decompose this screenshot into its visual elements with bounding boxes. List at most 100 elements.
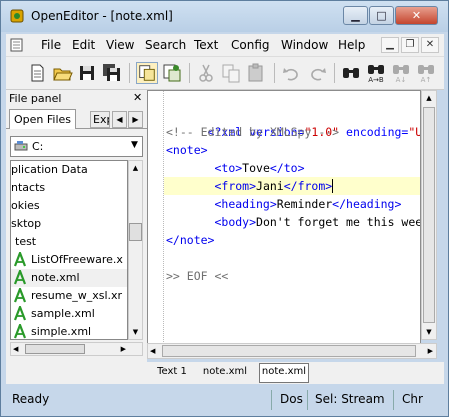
file-item-label: note.xml [31,271,80,284]
file-item[interactable]: ListOfFreeware.x [11,251,127,269]
code-comment: <!-- Edited by XMLSpy --> [166,125,340,139]
folder-item[interactable]: test [11,233,127,251]
open-folder-icon[interactable] [51,62,73,84]
file-item[interactable]: sample.xml [11,305,127,323]
xml-file-icon [13,306,27,321]
code-editor[interactable]: <?xml version="1.0" encoding="UTF-8"?> <… [147,90,421,359]
tab-scroll-left-button[interactable]: ◀ [112,111,127,128]
editor-gutter [148,91,164,358]
arrow-up-icon[interactable]: ▲ [422,91,436,105]
xml-text: Reminder [276,197,333,211]
scrollbar-thumb[interactable] [129,223,142,241]
svg-text:A↓: A↓ [396,76,407,84]
drive-select[interactable]: C: ▼ [10,136,143,157]
tab-explorer[interactable]: Exp [90,111,110,128]
find-icon[interactable] [340,62,362,84]
maximize-button[interactable]: □ [369,6,394,25]
code-line: <?xml version="1.0" encoding="UTF-8"?> [166,105,420,139]
tab-open-files[interactable]: Open Files [9,109,77,129]
undo-icon[interactable] [281,62,303,84]
scrollbar-thumb[interactable] [162,345,416,357]
code-line: <to>Tove</to> [166,159,420,177]
main-window: OpenEditor - [note.xml] ▁ □ ✕ File Edit … [0,0,449,417]
menu-text[interactable]: Text [194,38,218,52]
menu-edit[interactable]: Edit [72,38,95,52]
tab-note-xml[interactable]: note.xml [199,364,251,382]
file-item-label: sktop [11,217,42,230]
app-icon [10,9,24,23]
menu-file[interactable]: File [41,38,61,52]
window-title: OpenEditor - [note.xml] [31,9,173,23]
mdi-restore-button[interactable]: ❐ [401,37,419,53]
folder-item[interactable]: sktop [11,215,127,233]
save-icon[interactable] [76,62,98,84]
find-replace-icon[interactable]: A→B [365,62,387,84]
xml-tag: <to> [214,161,243,175]
arrow-right-icon[interactable]: ▶ [121,343,126,355]
scrollbar-thumb[interactable] [25,344,85,354]
text-cursor [332,179,341,193]
arrow-left-icon[interactable]: ◀ [150,344,155,358]
arrow-right-icon[interactable]: ▶ [428,344,433,358]
folder-item[interactable]: plication Data [11,161,127,179]
find-previous-icon[interactable]: A↑ [415,62,437,84]
output-panel-icon[interactable] [161,62,183,84]
file-item[interactable]: resume_w_xsl.xr [11,287,127,305]
file-item-label: sample.xml [31,307,95,320]
xml-file-icon [13,252,27,267]
copy-icon[interactable] [220,62,242,84]
folder-item[interactable]: okies [11,197,127,215]
editor-hscrollbar[interactable]: ◀ ▶ [147,343,437,359]
arrow-left-icon[interactable]: ◀ [13,343,18,355]
status-text: Ready [12,392,50,406]
xml-tag: <from> [214,179,257,193]
toolbar-separator [129,63,130,83]
tab-text-1[interactable]: Text 1 [149,364,195,382]
arrow-down-icon[interactable]: ▼ [129,325,142,339]
xml-tag: </to> [269,161,305,175]
menu-help[interactable]: Help [338,38,365,52]
close-button[interactable]: ✕ [395,6,438,25]
file-list-scrollbar[interactable]: ▲ ▼ [128,160,143,340]
menu-search[interactable]: Search [145,38,186,52]
toolbar-separator [334,63,335,83]
title-bar[interactable]: OpenEditor - [note.xml] ▁ □ ✕ [1,1,448,32]
mdi-minimize-button[interactable]: ▁ [381,37,399,53]
status-bar: Ready Dos Sel: Stream Chr [1,386,448,414]
mdi-close-button[interactable]: ✕ [421,37,439,53]
panel-toggle-icon[interactable] [136,62,158,84]
close-icon[interactable]: ✕ [133,91,142,104]
file-list: plication Data ntacts okies sktop test ListOf… [10,160,128,340]
redo-icon[interactable] [306,62,328,84]
file-item[interactable]: note.xml [11,269,127,287]
document-icon[interactable] [10,38,23,52]
find-next-icon[interactable]: A↓ [390,62,412,84]
cut-icon[interactable] [195,62,217,84]
xml-file-icon [13,288,27,303]
folder-item[interactable]: ntacts [11,179,127,197]
maximize-icon: □ [376,9,387,22]
minimize-button[interactable]: ▁ [343,6,368,25]
tab-scroll-right-button[interactable]: ▶ [128,111,143,128]
file-list-hscrollbar[interactable]: ◀ ▶ [10,342,143,356]
menu-window[interactable]: Window [281,38,328,52]
status-selection-mode: Sel: Stream [315,392,385,406]
file-item[interactable]: simple.xml [11,323,127,339]
paste-icon[interactable] [245,62,267,84]
new-file-icon[interactable] [26,62,48,84]
save-all-icon[interactable] [101,62,123,84]
menu-view[interactable]: View [106,38,134,52]
xml-text: Tove [242,161,270,175]
scrollbar-thumb[interactable] [423,107,435,323]
editor-vscrollbar[interactable]: ▲ ▼ [421,90,437,340]
arrow-down-icon[interactable]: ▼ [422,325,436,339]
tab-note-xml-active[interactable]: note.xml [259,363,309,383]
code-line: <heading>Reminder</heading> [166,195,420,213]
status-separator [393,390,394,410]
toolbar-separator [189,63,190,83]
arrow-up-icon[interactable]: ▲ [129,161,142,175]
status-separator [307,390,308,410]
menu-config[interactable]: Config [231,38,270,52]
